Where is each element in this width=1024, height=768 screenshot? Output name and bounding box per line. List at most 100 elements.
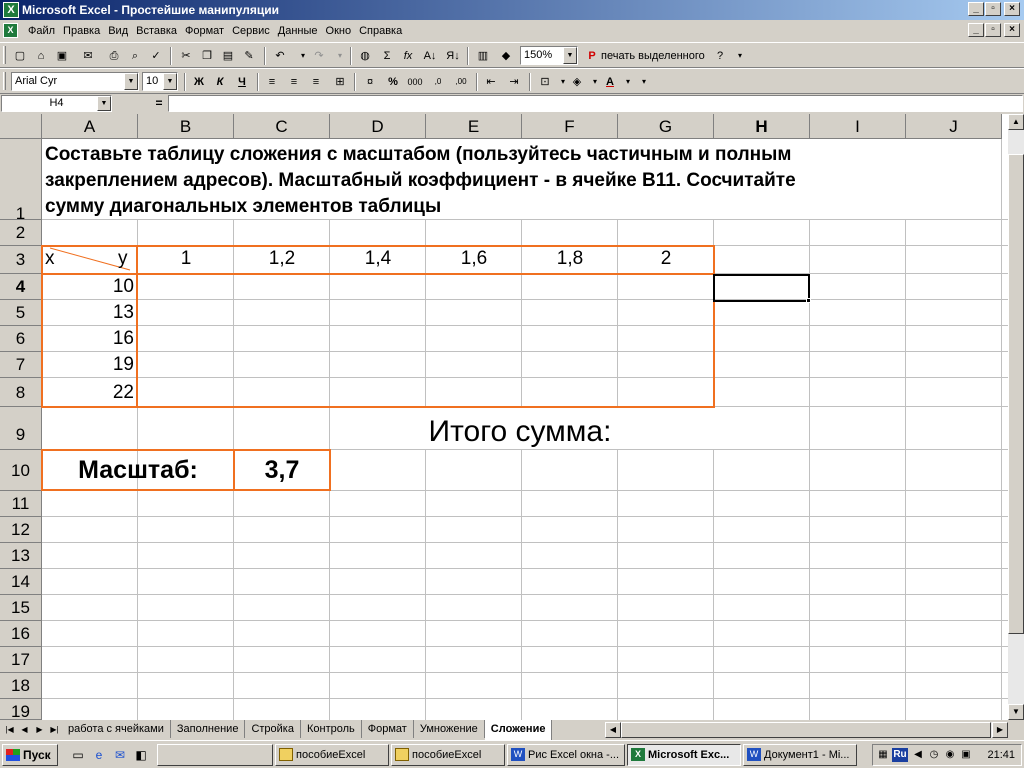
excel-app-icon[interactable]: X <box>3 2 19 18</box>
fill-handle[interactable] <box>806 298 811 303</box>
align-center-icon[interactable]: ≡ <box>284 73 304 91</box>
increase-decimal-icon[interactable]: ,0 <box>428 73 448 91</box>
select-all-corner[interactable] <box>0 114 42 139</box>
vertical-scrollbar[interactable]: ▲ ▼ <box>1008 114 1024 720</box>
workbook-minimize-button[interactable]: _ <box>968 23 984 37</box>
column-header-e[interactable]: E <box>426 114 522 139</box>
outlook-icon[interactable]: ✉ <box>112 747 128 763</box>
row-header-17[interactable]: 17 <box>0 647 42 673</box>
clock-icon[interactable]: ◷ <box>927 748 941 762</box>
task-instructions[interactable]: Составьте таблицу сложения с масштабом (… <box>45 142 845 220</box>
save-icon[interactable]: ▣ <box>52 47 72 65</box>
paste-icon[interactable]: ▤ <box>218 47 238 65</box>
fill-color-icon[interactable]: ◈ <box>567 73 587 91</box>
function-icon[interactable]: fx <box>398 47 418 65</box>
workbook-close-button[interactable]: × <box>1004 23 1020 37</box>
start-button[interactable]: Пуск <box>2 744 58 766</box>
last-sheet-icon[interactable]: ▶| <box>47 722 62 737</box>
system-clock[interactable]: 21:41 <box>987 745 1015 765</box>
column-header-b[interactable]: B <box>138 114 234 139</box>
sort-descending-icon[interactable]: Я↓ <box>443 47 463 65</box>
close-button[interactable]: × <box>1004 2 1020 16</box>
currency-icon[interactable]: ¤ <box>360 73 380 91</box>
worksheet-grid[interactable]: A B C D E F G H I J 1 2 3 4 5 6 7 8 9 10… <box>0 114 1008 720</box>
italic-button[interactable]: К <box>210 73 230 91</box>
print-selection-icon[interactable]: P <box>582 47 602 65</box>
internet-explorer-icon[interactable]: e <box>91 747 107 763</box>
bold-button[interactable]: Ж <box>189 73 209 91</box>
decrease-decimal-icon[interactable]: ,00 <box>451 73 471 91</box>
language-indicator[interactable]: Ru <box>892 748 908 762</box>
sheet-tab-cells[interactable]: работа с ячейками <box>62 720 171 738</box>
sheet-tab-build[interactable]: Стройка <box>245 720 301 738</box>
chevron-down-icon[interactable]: ▼ <box>97 96 111 111</box>
column-header-j[interactable]: J <box>906 114 1002 139</box>
print-icon[interactable]: ⎙ <box>104 47 124 65</box>
total-sum-label[interactable]: Итого сумма: <box>330 410 710 454</box>
row-header-2[interactable]: 2 <box>0 220 42 246</box>
chevron-down-icon[interactable]: ▼ <box>124 73 138 90</box>
quick-launch-icon[interactable]: ◧ <box>133 747 149 763</box>
toolbar-options-icon[interactable]: ▾ <box>634 73 654 91</box>
row-header-5[interactable]: 5 <box>0 300 42 326</box>
chevron-down-icon[interactable]: ▼ <box>563 47 577 64</box>
column-header-g[interactable]: G <box>618 114 714 139</box>
font-color-icon[interactable]: A <box>600 73 620 91</box>
column-header-c[interactable]: C <box>234 114 330 139</box>
row-header-9[interactable]: 9 <box>0 407 42 450</box>
row-header-11[interactable]: 11 <box>0 491 42 517</box>
format-painter-icon[interactable]: ✎ <box>239 47 259 65</box>
row-header-6[interactable]: 6 <box>0 326 42 352</box>
zoom-select[interactable]: 150% ▼ <box>520 46 578 65</box>
menu-help[interactable]: Справка <box>355 20 406 42</box>
autosum-icon[interactable]: Σ <box>377 47 397 65</box>
underline-button[interactable]: Ч <box>232 73 252 91</box>
name-box[interactable]: H4 ▼ <box>1 95 112 112</box>
print-selection-button[interactable]: печать выделенного <box>601 47 705 65</box>
column-header-f[interactable]: F <box>522 114 618 139</box>
row-header-3[interactable]: 3 <box>0 246 42 274</box>
font-name-select[interactable]: Arial Cyr ▼ <box>11 72 139 91</box>
menu-data[interactable]: Данные <box>274 20 322 42</box>
taskbar-blank-button[interactable] <box>157 744 273 766</box>
sheet-tab-multiply[interactable]: Умножение <box>413 720 485 738</box>
hyperlink-globe-icon[interactable]: ◍ <box>355 47 375 65</box>
cut-icon[interactable]: ✂ <box>176 47 196 65</box>
menu-tools[interactable]: Сервис <box>228 20 274 42</box>
maximize-button[interactable]: ▫ <box>985 2 1001 16</box>
workbook-icon[interactable]: X <box>3 23 18 38</box>
align-right-icon[interactable]: ≡ <box>306 73 326 91</box>
column-header-a[interactable]: A <box>42 114 138 139</box>
redo-icon[interactable]: ↷ <box>309 47 329 65</box>
decrease-indent-icon[interactable]: ⇤ <box>481 73 501 91</box>
column-header-d[interactable]: D <box>330 114 426 139</box>
new-document-icon[interactable]: ▢ <box>10 47 30 65</box>
first-sheet-icon[interactable]: |◀ <box>2 722 17 737</box>
sheet-tab-format[interactable]: Формат <box>361 720 414 738</box>
horizontal-scrollbar[interactable]: ◀ ▶ <box>605 722 1008 738</box>
vertical-scroll-thumb[interactable] <box>1008 154 1024 634</box>
row-header-19[interactable]: 19 <box>0 699 42 720</box>
row-header-8[interactable]: 8 <box>0 378 42 407</box>
scroll-right-icon[interactable]: ▶ <box>992 722 1008 738</box>
row-header-1[interactable]: 1 <box>0 139 42 223</box>
row-header-12[interactable]: 12 <box>0 517 42 543</box>
align-left-icon[interactable]: ≡ <box>262 73 282 91</box>
drawing-icon[interactable]: ◆ <box>496 47 516 65</box>
increase-indent-icon[interactable]: ⇥ <box>504 73 524 91</box>
menu-view[interactable]: Вид <box>104 20 132 42</box>
row-header-13[interactable]: 13 <box>0 543 42 569</box>
redo-dropdown-icon[interactable]: ▾ <box>330 47 350 65</box>
help-icon[interactable]: ? <box>710 47 730 65</box>
email-icon[interactable]: ✉ <box>78 47 98 65</box>
merge-center-icon[interactable]: ⊞ <box>330 73 350 91</box>
percent-icon[interactable]: % <box>383 73 403 91</box>
undo-icon[interactable]: ↶ <box>270 47 290 65</box>
row-header-10[interactable]: 10 <box>0 450 42 491</box>
row-header-16[interactable]: 16 <box>0 621 42 647</box>
print-preview-icon[interactable]: ⌕ <box>125 47 145 65</box>
copy-icon[interactable]: ❐ <box>197 47 217 65</box>
thousands-separator-icon[interactable]: 000 <box>405 73 425 91</box>
row-header-15[interactable]: 15 <box>0 595 42 621</box>
sort-ascending-icon[interactable]: A↓ <box>420 47 440 65</box>
